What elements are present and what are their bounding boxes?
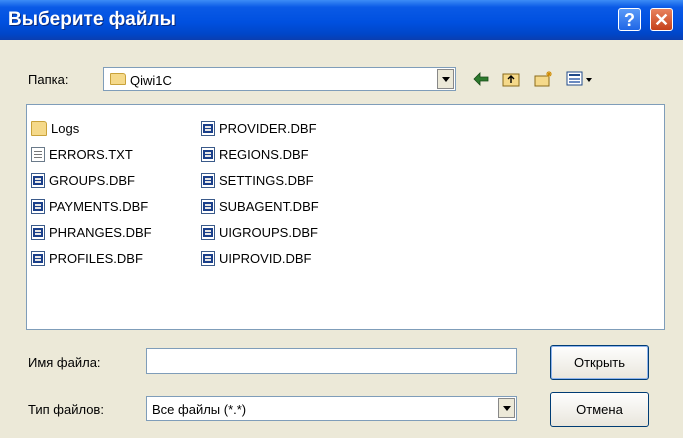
- window-title: Выберите файлы: [8, 9, 176, 30]
- list-item[interactable]: REGIONS.DBF: [201, 143, 309, 165]
- dbf-file-icon: [31, 198, 45, 214]
- file-name: REGIONS.DBF: [219, 146, 309, 162]
- file-dialog: Выберите файлы ? ✕ Папка: Qiwi1C Logs ER…: [0, 0, 683, 438]
- dbf-file-icon: [201, 146, 215, 162]
- filename-label: Имя файла:: [28, 355, 101, 370]
- dbf-file-icon: [31, 172, 45, 188]
- list-item[interactable]: PROFILES.DBF: [31, 247, 143, 269]
- view-menu-button[interactable]: [565, 68, 595, 90]
- filetype-select-value: Все файлы (*.*): [152, 402, 247, 417]
- dbf-file-icon: [201, 172, 215, 188]
- back-button[interactable]: [470, 68, 492, 90]
- file-name: SUBAGENT.DBF: [219, 198, 319, 214]
- list-item[interactable]: ERRORS.TXT: [31, 143, 133, 165]
- list-item[interactable]: GROUPS.DBF: [31, 169, 135, 191]
- text-file-icon: [31, 146, 45, 162]
- filename-input[interactable]: [146, 348, 517, 374]
- file-name: PROFILES.DBF: [49, 250, 143, 266]
- list-item[interactable]: PHRANGES.DBF: [31, 221, 152, 243]
- help-button[interactable]: ?: [618, 8, 641, 31]
- new-folder-icon: [534, 71, 552, 87]
- folder-combo[interactable]: Qiwi1C: [103, 67, 456, 91]
- new-folder-button[interactable]: [532, 68, 554, 90]
- list-item[interactable]: UIPROVID.DBF: [201, 247, 311, 269]
- dbf-file-icon: [201, 250, 215, 266]
- file-name: ERRORS.TXT: [49, 146, 133, 162]
- file-name: SETTINGS.DBF: [219, 172, 314, 188]
- chevron-down-icon[interactable]: [437, 69, 454, 89]
- list-item-folder[interactable]: Logs: [31, 117, 79, 139]
- filetype-select[interactable]: Все файлы (*.*): [146, 396, 517, 421]
- list-item[interactable]: SETTINGS.DBF: [201, 169, 314, 191]
- help-icon: ?: [624, 10, 635, 30]
- close-icon: ✕: [653, 10, 670, 30]
- open-button[interactable]: Открыть: [550, 345, 649, 380]
- file-name: PAYMENTS.DBF: [49, 198, 149, 214]
- folder-label: Папка:: [28, 72, 69, 87]
- folder-icon: [110, 73, 126, 85]
- dbf-file-icon: [201, 224, 215, 240]
- list-item[interactable]: UIGROUPS.DBF: [201, 221, 318, 243]
- folder-combo-value: Qiwi1C: [130, 73, 172, 88]
- dbf-file-icon: [201, 198, 215, 214]
- list-item[interactable]: SUBAGENT.DBF: [201, 195, 319, 217]
- dbf-file-icon: [31, 250, 45, 266]
- list-item[interactable]: PAYMENTS.DBF: [31, 195, 148, 217]
- file-name: UIPROVID.DBF: [219, 250, 312, 266]
- file-name: Logs: [51, 120, 80, 136]
- file-list[interactable]: Logs ERRORS.TXT GROUPS.DBF PAYMENTS.DBF …: [26, 104, 665, 330]
- title-bar[interactable]: Выберите файлы ? ✕: [0, 0, 683, 40]
- view-menu-icon: [566, 71, 592, 86]
- dbf-file-icon: [201, 120, 215, 136]
- file-name: UIGROUPS.DBF: [219, 224, 318, 240]
- up-folder-icon: [502, 73, 520, 87]
- file-name: PHRANGES.DBF: [49, 224, 152, 240]
- file-name: PROVIDER.DBF: [219, 120, 317, 136]
- back-arrow-icon: [473, 72, 489, 86]
- list-item[interactable]: PROVIDER.DBF: [201, 117, 317, 139]
- cancel-button[interactable]: Отмена: [550, 392, 649, 427]
- filetype-label: Тип файлов:: [28, 402, 104, 417]
- chevron-down-icon[interactable]: [498, 398, 515, 418]
- dbf-file-icon: [31, 224, 45, 240]
- close-button[interactable]: ✕: [650, 8, 673, 31]
- file-name: GROUPS.DBF: [49, 172, 135, 188]
- folder-icon: [31, 120, 47, 136]
- up-folder-button[interactable]: [500, 68, 522, 90]
